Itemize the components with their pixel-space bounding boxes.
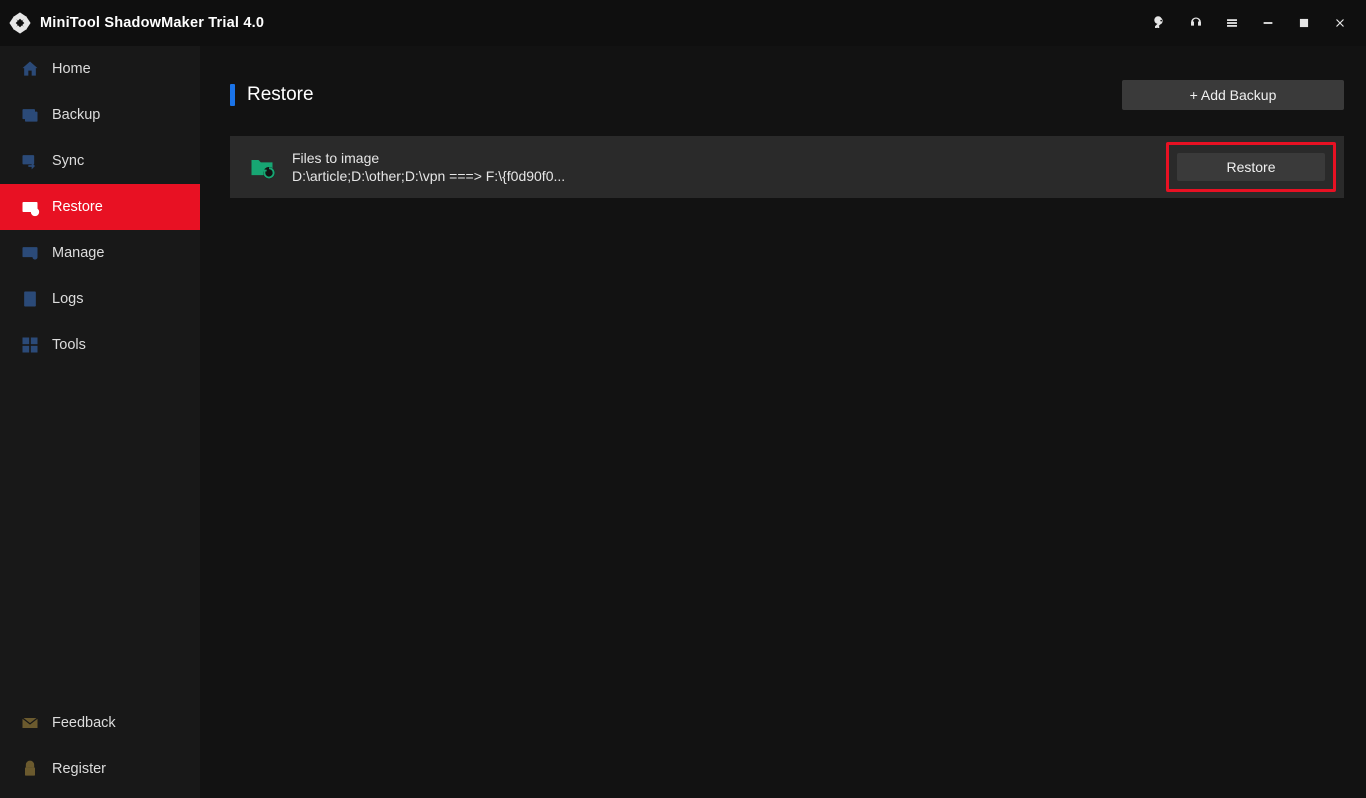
app-title: MiniTool ShadowMaker Trial 4.0: [40, 15, 264, 31]
restore-icon: [0, 197, 52, 217]
sidebar-item-backup[interactable]: Backup: [0, 92, 200, 138]
page-title-text: Restore: [247, 84, 314, 106]
menu-icon[interactable]: [1216, 7, 1248, 39]
sidebar-footer: Feedback Register: [0, 700, 200, 798]
backup-icon: [0, 105, 52, 125]
titlebar: MiniTool ShadowMaker Trial 4.0: [0, 0, 1366, 46]
sidebar-item-label: Home: [52, 61, 91, 77]
sidebar-item-tools[interactable]: Tools: [0, 322, 200, 368]
sidebar-item-restore[interactable]: Restore: [0, 184, 200, 230]
backup-info: Files to image D:\article;D:\other;D:\vp…: [292, 150, 565, 184]
sidebar-item-logs[interactable]: Logs: [0, 276, 200, 322]
sidebar-item-register[interactable]: Register: [0, 746, 200, 792]
minimize-button[interactable]: [1252, 7, 1284, 39]
maximize-button[interactable]: [1288, 7, 1320, 39]
feedback-icon: [0, 713, 52, 733]
sidebar-item-manage[interactable]: Manage: [0, 230, 200, 276]
app-window: MiniTool ShadowMaker Trial 4.0: [0, 0, 1366, 798]
sidebar-item-label: Tools: [52, 337, 86, 353]
sidebar-item-feedback[interactable]: Feedback: [0, 700, 200, 746]
backup-detail: D:\article;D:\other;D:\vpn ===> F:\{f0d9…: [292, 168, 565, 184]
sync-icon: [0, 151, 52, 171]
sidebar-item-label: Sync: [52, 153, 84, 169]
sidebar: Home Backup Sync: [0, 46, 200, 798]
add-backup-button[interactable]: + Add Backup: [1122, 80, 1344, 110]
sidebar-item-label: Backup: [52, 107, 100, 123]
sidebar-item-label: Logs: [52, 291, 83, 307]
folder-restore-icon: [246, 151, 278, 183]
register-icon: [0, 759, 52, 779]
restore-highlight: Restore: [1166, 142, 1336, 192]
headset-icon[interactable]: [1180, 7, 1212, 39]
backup-title: Files to image: [292, 150, 565, 166]
app-logo-icon: [8, 11, 32, 35]
page-header: Restore + Add Backup: [230, 80, 1344, 110]
key-icon[interactable]: [1144, 7, 1176, 39]
home-icon: [0, 59, 52, 79]
manage-icon: [0, 243, 52, 263]
sidebar-item-label: Feedback: [52, 715, 116, 731]
sidebar-item-home[interactable]: Home: [0, 46, 200, 92]
sidebar-item-label: Manage: [52, 245, 104, 261]
sidebar-nav: Home Backup Sync: [0, 46, 200, 368]
close-button[interactable]: [1324, 7, 1356, 39]
title-accent: [230, 84, 235, 106]
sidebar-item-label: Restore: [52, 199, 103, 215]
sidebar-item-label: Register: [52, 761, 106, 777]
restore-button[interactable]: Restore: [1177, 153, 1325, 181]
tools-icon: [0, 335, 52, 355]
app-body: Home Backup Sync: [0, 46, 1366, 798]
logs-icon: [0, 289, 52, 309]
backup-row[interactable]: Files to image D:\article;D:\other;D:\vp…: [230, 136, 1344, 198]
sidebar-item-sync[interactable]: Sync: [0, 138, 200, 184]
main-content: Restore + Add Backup Files to image D:: [200, 46, 1366, 798]
page-title: Restore: [230, 84, 314, 106]
